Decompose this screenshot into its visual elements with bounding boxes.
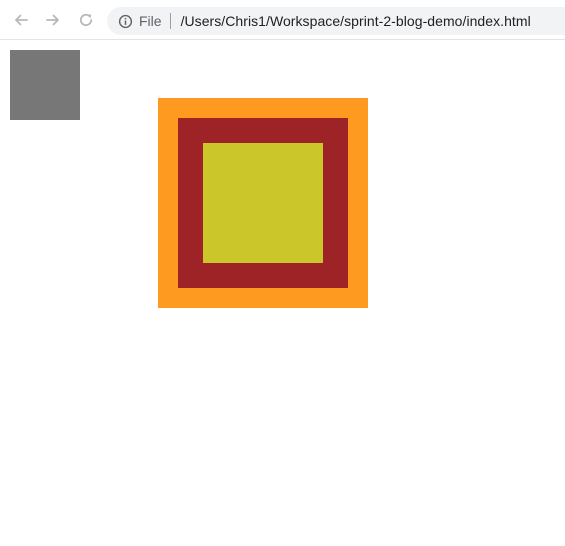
reload-button[interactable] <box>75 9 97 31</box>
arrow-right-icon <box>44 11 62 29</box>
back-button[interactable] <box>10 9 32 31</box>
forward-button[interactable] <box>42 9 64 31</box>
reload-icon <box>77 11 95 29</box>
arrow-left-icon <box>12 11 30 29</box>
info-icon[interactable] <box>117 13 133 29</box>
address-bar[interactable]: File /Users/Chris1/Workspace/sprint-2-bl… <box>107 7 565 35</box>
url-text[interactable]: /Users/Chris1/Workspace/sprint-2-blog-de… <box>181 13 531 29</box>
page-viewport <box>0 40 565 546</box>
middle-red-square <box>178 118 348 288</box>
address-divider <box>169 13 171 29</box>
small-gray-square <box>10 50 80 120</box>
outer-orange-square <box>158 98 368 308</box>
scheme-label: File <box>139 13 162 29</box>
browser-toolbar: File /Users/Chris1/Workspace/sprint-2-bl… <box>0 0 565 40</box>
inner-yellow-square <box>203 143 323 263</box>
